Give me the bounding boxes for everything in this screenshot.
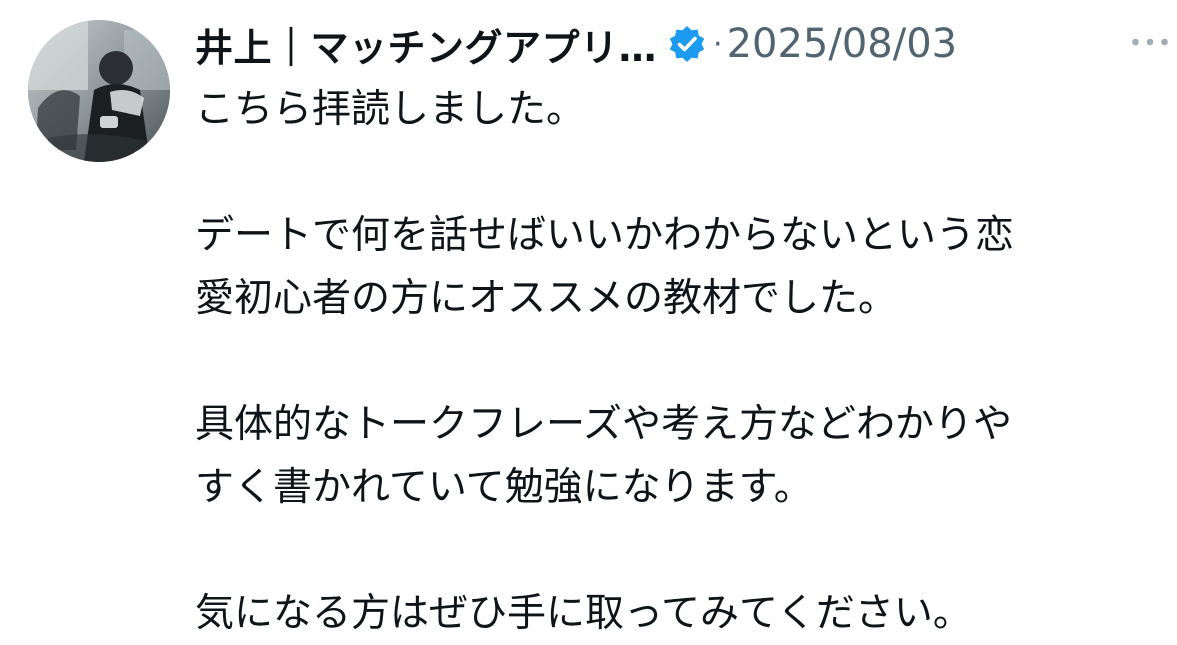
header-separator: · <box>713 26 723 62</box>
user-avatar[interactable] <box>28 20 170 162</box>
post-text-line: 愛初心者の方にオススメの教材でした。 <box>195 276 898 321</box>
post-card[interactable]: 井上｜マッチングアプリ… · 2025/08/03 こちら拝読しました。 デート… <box>0 0 1177 645</box>
post-text: こちら拝読しました。 デートで何を話せばいいかわからないという恋 愛初心者の方に… <box>195 78 1155 645</box>
post-paragraph: こちら拝読しました。 <box>195 78 1155 141</box>
verified-badge-icon[interactable] <box>667 24 707 64</box>
post-text-line: こちら拝読しました。 <box>195 87 586 132</box>
post-date[interactable]: 2025/08/03 <box>727 21 958 67</box>
author-display-name[interactable]: 井上｜マッチングアプリ… <box>195 17 657 72</box>
more-options-icon <box>1132 38 1168 46</box>
post-text-line: 具体的なトークフレーズや考え方などわかりや <box>195 402 1013 447</box>
post-header: 井上｜マッチングアプリ… · 2025/08/03 <box>195 14 957 74</box>
post-text-line: デートで何を話せばいいかわからないという恋 <box>195 213 1015 258</box>
post-paragraph: 具体的なトークフレーズや考え方などわかりや すく書かれていて勉強になります。 <box>195 393 1155 519</box>
post-paragraph: デートで何を話せばいいかわからないという恋 愛初心者の方にオススメの教材でした。 <box>195 204 1155 330</box>
post-paragraph: 気になる方はぜひ手に取ってみてください。 <box>195 582 1155 645</box>
post-text-line: 気になる方はぜひ手に取ってみてください。 <box>195 591 972 636</box>
more-options-button[interactable] <box>1128 26 1172 58</box>
avatar-photo-icon <box>28 20 170 162</box>
post-text-line: すく書かれていて勉強になります。 <box>195 465 813 510</box>
